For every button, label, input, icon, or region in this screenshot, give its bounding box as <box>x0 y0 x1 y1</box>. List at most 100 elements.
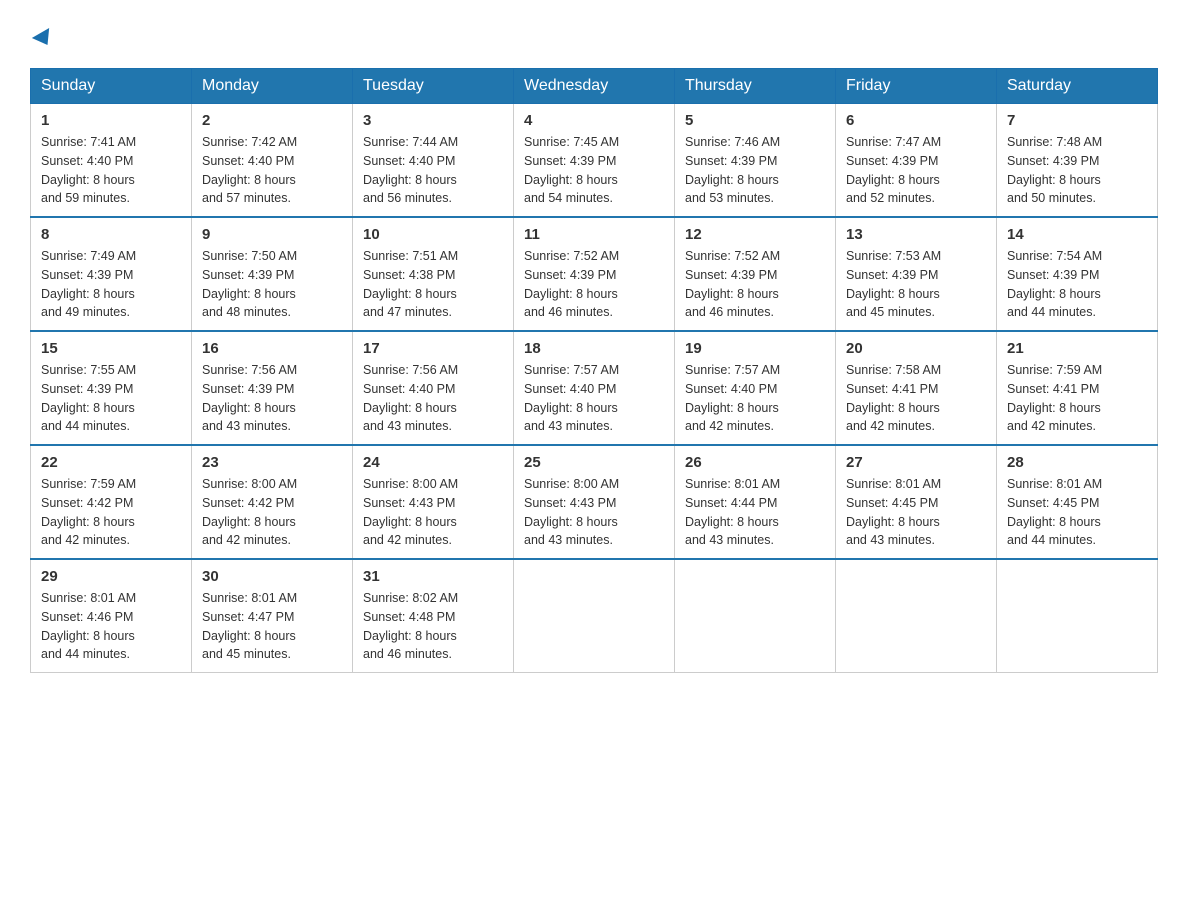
day-info: Sunrise: 8:01 AMSunset: 4:44 PMDaylight:… <box>685 475 825 550</box>
calendar-cell: 10 Sunrise: 7:51 AMSunset: 4:38 PMDayligh… <box>353 217 514 331</box>
day-info: Sunrise: 7:48 AMSunset: 4:39 PMDaylight:… <box>1007 133 1147 208</box>
calendar-week-row: 15Sunrise: 7:55 AMSunset: 4:39 PMDayligh… <box>31 331 1158 445</box>
day-info: Sunrise: 7:44 AMSunset: 4:40 PMDaylight:… <box>363 133 503 208</box>
day-number: 10 <box>363 226 503 243</box>
calendar-cell: 1 Sunrise: 7:41 AMSunset: 4:40 PMDaylight… <box>31 104 192 218</box>
day-info: Sunrise: 7:59 AMSunset: 4:42 PMDaylight:… <box>41 475 181 550</box>
logo <box>30 20 54 48</box>
calendar-cell <box>675 559 836 673</box>
calendar-cell: 20 Sunrise: 7:58 AMSunset: 4:41 PMDayligh… <box>836 331 997 445</box>
calendar-cell: 13Sunrise: 7:53 AMSunset: 4:39 PMDayligh… <box>836 217 997 331</box>
day-number: 31 <box>363 568 503 585</box>
day-number: 20 <box>846 340 986 357</box>
logo-general-row <box>30 20 54 48</box>
day-header-thursday: Thursday <box>675 69 836 104</box>
calendar-cell <box>997 559 1158 673</box>
day-header-sunday: Sunday <box>31 69 192 104</box>
calendar-cell: 15Sunrise: 7:55 AMSunset: 4:39 PMDayligh… <box>31 331 192 445</box>
day-number: 1 <box>41 112 181 129</box>
day-info: Sunrise: 7:49 AMSunset: 4:39 PMDaylight:… <box>41 247 181 322</box>
day-header-wednesday: Wednesday <box>514 69 675 104</box>
day-info: Sunrise: 7:42 AMSunset: 4:40 PMDaylight:… <box>202 133 342 208</box>
calendar-cell: 12Sunrise: 7:52 AMSunset: 4:39 PMDayligh… <box>675 217 836 331</box>
day-info: Sunrise: 8:02 AMSunset: 4:48 PMDaylight:… <box>363 589 503 664</box>
day-info: Sunrise: 7:58 AMSunset: 4:41 PMDaylight:… <box>846 361 986 436</box>
calendar-cell <box>836 559 997 673</box>
day-info: Sunrise: 8:01 AMSunset: 4:45 PMDaylight:… <box>846 475 986 550</box>
calendar-cell: 6 Sunrise: 7:47 AMSunset: 4:39 PMDaylight… <box>836 104 997 218</box>
day-number: 14 <box>1007 226 1147 243</box>
day-number: 23 <box>202 454 342 471</box>
day-number: 26 <box>685 454 825 471</box>
day-header-tuesday: Tuesday <box>353 69 514 104</box>
calendar-cell: 23 Sunrise: 8:00 AMSunset: 4:42 PMDayligh… <box>192 445 353 559</box>
day-info: Sunrise: 7:56 AMSunset: 4:39 PMDaylight:… <box>202 361 342 436</box>
calendar-cell: 25 Sunrise: 8:00 AMSunset: 4:43 PMDayligh… <box>514 445 675 559</box>
day-info: Sunrise: 7:46 AMSunset: 4:39 PMDaylight:… <box>685 133 825 208</box>
day-number: 7 <box>1007 112 1147 129</box>
calendar-cell: 17 Sunrise: 7:56 AMSunset: 4:40 PMDayligh… <box>353 331 514 445</box>
logo-triangle-icon <box>32 28 56 50</box>
day-number: 2 <box>202 112 342 129</box>
calendar-cell: 16 Sunrise: 7:56 AMSunset: 4:39 PMDayligh… <box>192 331 353 445</box>
calendar-week-row: 22 Sunrise: 7:59 AMSunset: 4:42 PMDayligh… <box>31 445 1158 559</box>
day-info: Sunrise: 7:57 AMSunset: 4:40 PMDaylight:… <box>524 361 664 436</box>
day-number: 29 <box>41 568 181 585</box>
day-info: Sunrise: 7:53 AMSunset: 4:39 PMDaylight:… <box>846 247 986 322</box>
day-number: 11 <box>524 226 664 243</box>
day-number: 24 <box>363 454 503 471</box>
calendar-cell: 24Sunrise: 8:00 AMSunset: 4:43 PMDayligh… <box>353 445 514 559</box>
day-header-monday: Monday <box>192 69 353 104</box>
day-number: 18 <box>524 340 664 357</box>
calendar-cell: 31 Sunrise: 8:02 AMSunset: 4:48 PMDayligh… <box>353 559 514 673</box>
day-info: Sunrise: 7:45 AMSunset: 4:39 PMDaylight:… <box>524 133 664 208</box>
day-info: Sunrise: 7:56 AMSunset: 4:40 PMDaylight:… <box>363 361 503 436</box>
day-info: Sunrise: 8:00 AMSunset: 4:43 PMDaylight:… <box>524 475 664 550</box>
calendar-header-row: SundayMondayTuesdayWednesdayThursdayFrid… <box>31 69 1158 104</box>
day-number: 5 <box>685 112 825 129</box>
day-info: Sunrise: 8:01 AMSunset: 4:45 PMDaylight:… <box>1007 475 1147 550</box>
day-number: 4 <box>524 112 664 129</box>
day-number: 6 <box>846 112 986 129</box>
calendar-cell: 29 Sunrise: 8:01 AMSunset: 4:46 PMDayligh… <box>31 559 192 673</box>
calendar-cell: 26 Sunrise: 8:01 AMSunset: 4:44 PMDayligh… <box>675 445 836 559</box>
calendar-cell: 28 Sunrise: 8:01 AMSunset: 4:45 PMDayligh… <box>997 445 1158 559</box>
calendar-cell: 30Sunrise: 8:01 AMSunset: 4:47 PMDayligh… <box>192 559 353 673</box>
day-header-friday: Friday <box>836 69 997 104</box>
day-number: 28 <box>1007 454 1147 471</box>
calendar-cell: 18 Sunrise: 7:57 AMSunset: 4:40 PMDayligh… <box>514 331 675 445</box>
calendar-cell: 21 Sunrise: 7:59 AMSunset: 4:41 PMDayligh… <box>997 331 1158 445</box>
day-info: Sunrise: 8:00 AMSunset: 4:42 PMDaylight:… <box>202 475 342 550</box>
calendar-cell: 2 Sunrise: 7:42 AMSunset: 4:40 PMDaylight… <box>192 104 353 218</box>
calendar-cell: 3 Sunrise: 7:44 AMSunset: 4:40 PMDaylight… <box>353 104 514 218</box>
day-info: Sunrise: 8:01 AMSunset: 4:47 PMDaylight:… <box>202 589 342 664</box>
day-number: 16 <box>202 340 342 357</box>
day-info: Sunrise: 7:47 AMSunset: 4:39 PMDaylight:… <box>846 133 986 208</box>
day-number: 15 <box>41 340 181 357</box>
day-info: Sunrise: 7:51 AMSunset: 4:38 PMDaylight:… <box>363 247 503 322</box>
day-number: 19 <box>685 340 825 357</box>
day-info: Sunrise: 7:59 AMSunset: 4:41 PMDaylight:… <box>1007 361 1147 436</box>
day-number: 17 <box>363 340 503 357</box>
calendar-cell: 4 Sunrise: 7:45 AMSunset: 4:39 PMDaylight… <box>514 104 675 218</box>
day-number: 12 <box>685 226 825 243</box>
day-number: 22 <box>41 454 181 471</box>
page-header <box>30 20 1158 48</box>
day-number: 8 <box>41 226 181 243</box>
day-info: Sunrise: 7:41 AMSunset: 4:40 PMDaylight:… <box>41 133 181 208</box>
calendar-cell: 14 Sunrise: 7:54 AMSunset: 4:39 PMDayligh… <box>997 217 1158 331</box>
day-number: 25 <box>524 454 664 471</box>
calendar-cell: 9Sunrise: 7:50 AMSunset: 4:39 PMDaylight… <box>192 217 353 331</box>
calendar-cell: 22 Sunrise: 7:59 AMSunset: 4:42 PMDayligh… <box>31 445 192 559</box>
day-number: 21 <box>1007 340 1147 357</box>
day-number: 9 <box>202 226 342 243</box>
calendar-cell: 27Sunrise: 8:01 AMSunset: 4:45 PMDayligh… <box>836 445 997 559</box>
calendar-table: SundayMondayTuesdayWednesdayThursdayFrid… <box>30 68 1158 673</box>
calendar-cell: 11Sunrise: 7:52 AMSunset: 4:39 PMDayligh… <box>514 217 675 331</box>
day-info: Sunrise: 7:54 AMSunset: 4:39 PMDaylight:… <box>1007 247 1147 322</box>
calendar-cell: 7 Sunrise: 7:48 AMSunset: 4:39 PMDaylight… <box>997 104 1158 218</box>
day-info: Sunrise: 7:57 AMSunset: 4:40 PMDaylight:… <box>685 361 825 436</box>
day-header-saturday: Saturday <box>997 69 1158 104</box>
day-number: 3 <box>363 112 503 129</box>
day-info: Sunrise: 8:01 AMSunset: 4:46 PMDaylight:… <box>41 589 181 664</box>
